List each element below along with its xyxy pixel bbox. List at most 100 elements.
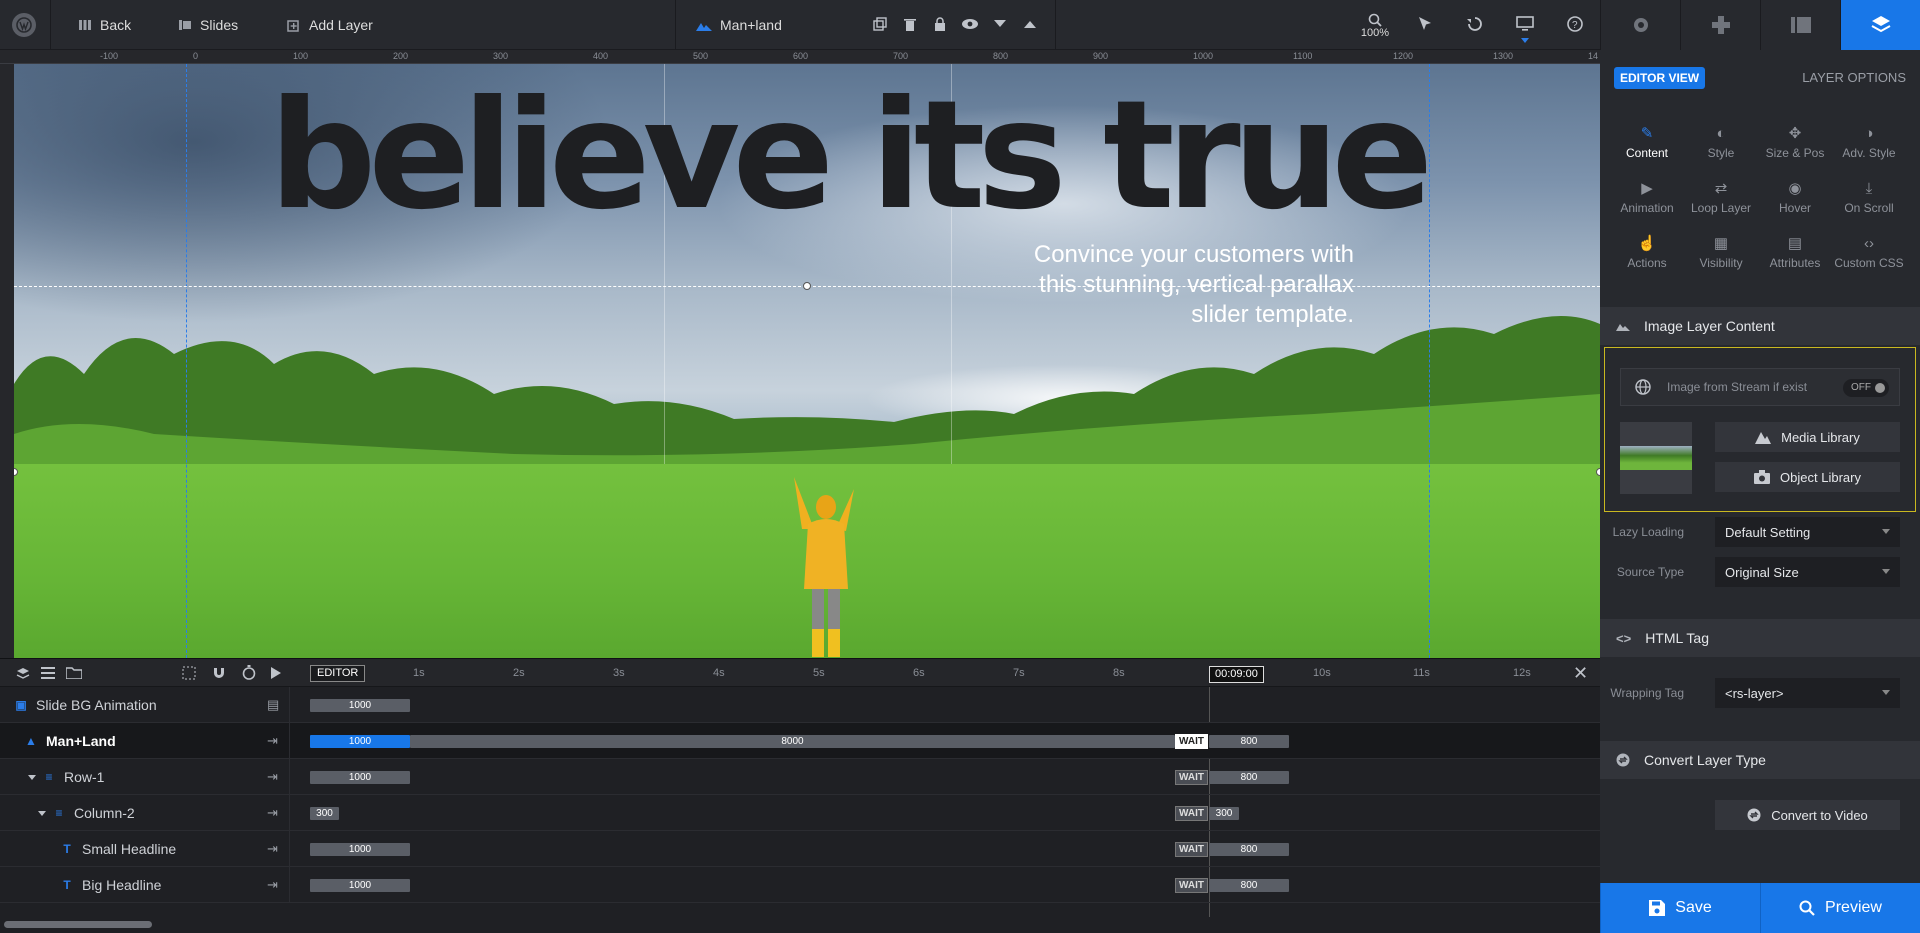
- layers-stack-icon[interactable]: [16, 667, 30, 681]
- magnet-icon[interactable]: [212, 666, 226, 680]
- timeline-row-name: ▲ Man+Land: [24, 723, 116, 759]
- stream-toggle[interactable]: OFF: [1843, 379, 1889, 397]
- delete-icon[interactable]: [900, 14, 920, 34]
- add-layer-button[interactable]: Add Layer: [287, 0, 373, 50]
- wait-marker[interactable]: WAIT: [1175, 806, 1208, 821]
- current-layer-name[interactable]: Man+land: [696, 0, 782, 50]
- play-icon[interactable]: [270, 666, 282, 680]
- option-actions[interactable]: ☝ Actions: [1610, 236, 1684, 271]
- option-size-pos[interactable]: ✥ Size & Pos: [1758, 126, 1832, 161]
- undo-icon[interactable]: [1465, 14, 1485, 34]
- animation-in-bar[interactable]: 1000: [310, 771, 410, 784]
- editor-view-badge[interactable]: EDITOR VIEW: [1614, 67, 1706, 89]
- preview-button[interactable]: Preview: [1760, 883, 1920, 933]
- big-headline[interactable]: believe its true: [269, 70, 1433, 243]
- wait-marker[interactable]: WAIT: [1175, 842, 1208, 857]
- tab-settings[interactable]: [1600, 0, 1680, 50]
- slides-button[interactable]: Slides: [178, 0, 238, 50]
- option-visibility[interactable]: ▦ Visibility: [1684, 236, 1758, 271]
- lazy-loading-label: Lazy Loading: [1612, 525, 1684, 539]
- wait-marker[interactable]: WAIT: [1175, 734, 1208, 749]
- stream-row: Image from Stream if exist OFF: [1620, 368, 1900, 406]
- animation-out-bar[interactable]: 800: [1209, 735, 1289, 748]
- timeline-row[interactable]: ▲ Man+Land ⇥ 1000 8000 WAIT 800: [0, 723, 1600, 759]
- resize-handle-top[interactable]: [803, 282, 811, 290]
- move-up-icon[interactable]: [1020, 14, 1040, 34]
- device-dropdown-caret-icon[interactable]: [1521, 38, 1529, 43]
- tab-layers[interactable]: [1840, 0, 1920, 50]
- timeline-row[interactable]: ▣ Slide BG Animation ▤ 1000: [0, 687, 1600, 723]
- animation-in-bar[interactable]: 1000: [310, 843, 410, 856]
- duplicate-icon[interactable]: [870, 14, 890, 34]
- tab-slide-options[interactable]: [1760, 0, 1840, 50]
- tab-navigation[interactable]: [1680, 0, 1760, 50]
- lazy-loading-select[interactable]: Default Setting: [1715, 517, 1900, 547]
- option-content[interactable]: ✎ Content: [1610, 126, 1684, 161]
- media-library-button[interactable]: Media Library: [1715, 422, 1900, 452]
- save-button[interactable]: Save: [1600, 883, 1760, 933]
- stopwatch-icon[interactable]: [242, 665, 256, 680]
- convert-layer-header[interactable]: Convert Layer Type: [1600, 741, 1920, 779]
- slide-canvas[interactable]: believe its true Convince your customers…: [14, 64, 1600, 658]
- editor-label[interactable]: EDITOR: [310, 665, 366, 682]
- list-icon[interactable]: [41, 667, 55, 679]
- wait-marker[interactable]: WAIT: [1175, 878, 1208, 893]
- image-icon[interactable]: ▤: [267, 697, 279, 713]
- move-down-icon[interactable]: [990, 14, 1010, 34]
- option-attributes[interactable]: ▤ Attributes: [1758, 236, 1832, 271]
- animation-in-bar[interactable]: 1000: [310, 699, 410, 712]
- expand-caret-icon[interactable]: [38, 811, 46, 816]
- jump-to-icon[interactable]: ⇥: [267, 841, 278, 857]
- time-marker[interactable]: 00:09:00: [1209, 666, 1264, 683]
- timeline-row[interactable]: ≡ Row-1 ⇥ 1000 WAIT 800: [0, 759, 1600, 795]
- horizontal-scrollbar[interactable]: [4, 921, 152, 928]
- image-layer-content-header[interactable]: Image Layer Content: [1600, 307, 1920, 345]
- help-icon[interactable]: ?: [1565, 14, 1585, 34]
- animation-in-bar[interactable]: 1000: [310, 879, 410, 892]
- option-animation[interactable]: ▶ Animation: [1610, 181, 1684, 216]
- animation-out-bar[interactable]: 800: [1209, 879, 1289, 892]
- option-style[interactable]: ◐ Style: [1684, 126, 1758, 161]
- option-adv-style[interactable]: ◑ Adv. Style: [1832, 126, 1906, 161]
- save-bar: Save Preview: [1600, 883, 1920, 933]
- animation-hold-bar[interactable]: 8000: [410, 735, 1175, 748]
- jump-to-icon[interactable]: ⇥: [267, 877, 278, 893]
- timeline-row[interactable]: T Small Headline ⇥ 1000 WAIT 800: [0, 831, 1600, 867]
- convert-to-video-button[interactable]: Convert to Video: [1715, 800, 1900, 830]
- source-type-select[interactable]: Original Size: [1715, 557, 1900, 587]
- jump-to-icon[interactable]: ⇥: [267, 733, 278, 749]
- option-custom-css[interactable]: ‹› Custom CSS: [1832, 236, 1906, 271]
- back-label: Back: [100, 17, 132, 33]
- expand-caret-icon[interactable]: [28, 775, 36, 780]
- option-hover[interactable]: ◉ Hover: [1758, 181, 1832, 216]
- animation-out-bar[interactable]: 800: [1209, 843, 1289, 856]
- back-button[interactable]: Back: [78, 0, 131, 50]
- html-tag-header[interactable]: <> HTML Tag: [1600, 619, 1920, 657]
- pointer-icon[interactable]: [1415, 14, 1435, 34]
- image-thumbnail[interactable]: [1620, 422, 1692, 494]
- jump-to-icon[interactable]: ⇥: [267, 805, 278, 821]
- animation-in-bar[interactable]: 300: [310, 807, 339, 820]
- wrapping-tag-select[interactable]: <rs-layer>: [1715, 678, 1900, 708]
- jump-to-icon[interactable]: ⇥: [267, 769, 278, 785]
- close-timeline-icon[interactable]: ✕: [1573, 663, 1588, 684]
- visibility-eye-icon[interactable]: [960, 14, 980, 34]
- animation-out-bar[interactable]: 300: [1209, 807, 1239, 820]
- wordpress-logo-icon[interactable]: [12, 13, 36, 37]
- option-on-scroll[interactable]: ⤓ On Scroll: [1832, 181, 1906, 216]
- lock-icon[interactable]: [930, 14, 950, 34]
- grid-select-icon[interactable]: [182, 666, 196, 680]
- timeline-row[interactable]: ≡ Column-2 ⇥ 300 WAIT 300: [0, 795, 1600, 831]
- animation-out-bar[interactable]: 800: [1209, 771, 1289, 784]
- animation-in-bar[interactable]: 1000: [310, 735, 410, 748]
- library-icon: [1790, 17, 1811, 33]
- small-headline[interactable]: Convince your customers with this stunni…: [914, 240, 1354, 330]
- wait-marker[interactable]: WAIT: [1175, 770, 1208, 785]
- desktop-view-icon[interactable]: [1515, 14, 1535, 34]
- zoom-control[interactable]: 100%: [1360, 13, 1390, 39]
- timeline-row[interactable]: T Big Headline ⇥ 1000 WAIT 800: [0, 867, 1600, 903]
- folder-icon[interactable]: [66, 667, 82, 679]
- globe-icon: [1635, 379, 1651, 395]
- option-loop-layer[interactable]: ⇄ Loop Layer: [1684, 181, 1758, 216]
- object-library-button[interactable]: Object Library: [1715, 462, 1900, 492]
